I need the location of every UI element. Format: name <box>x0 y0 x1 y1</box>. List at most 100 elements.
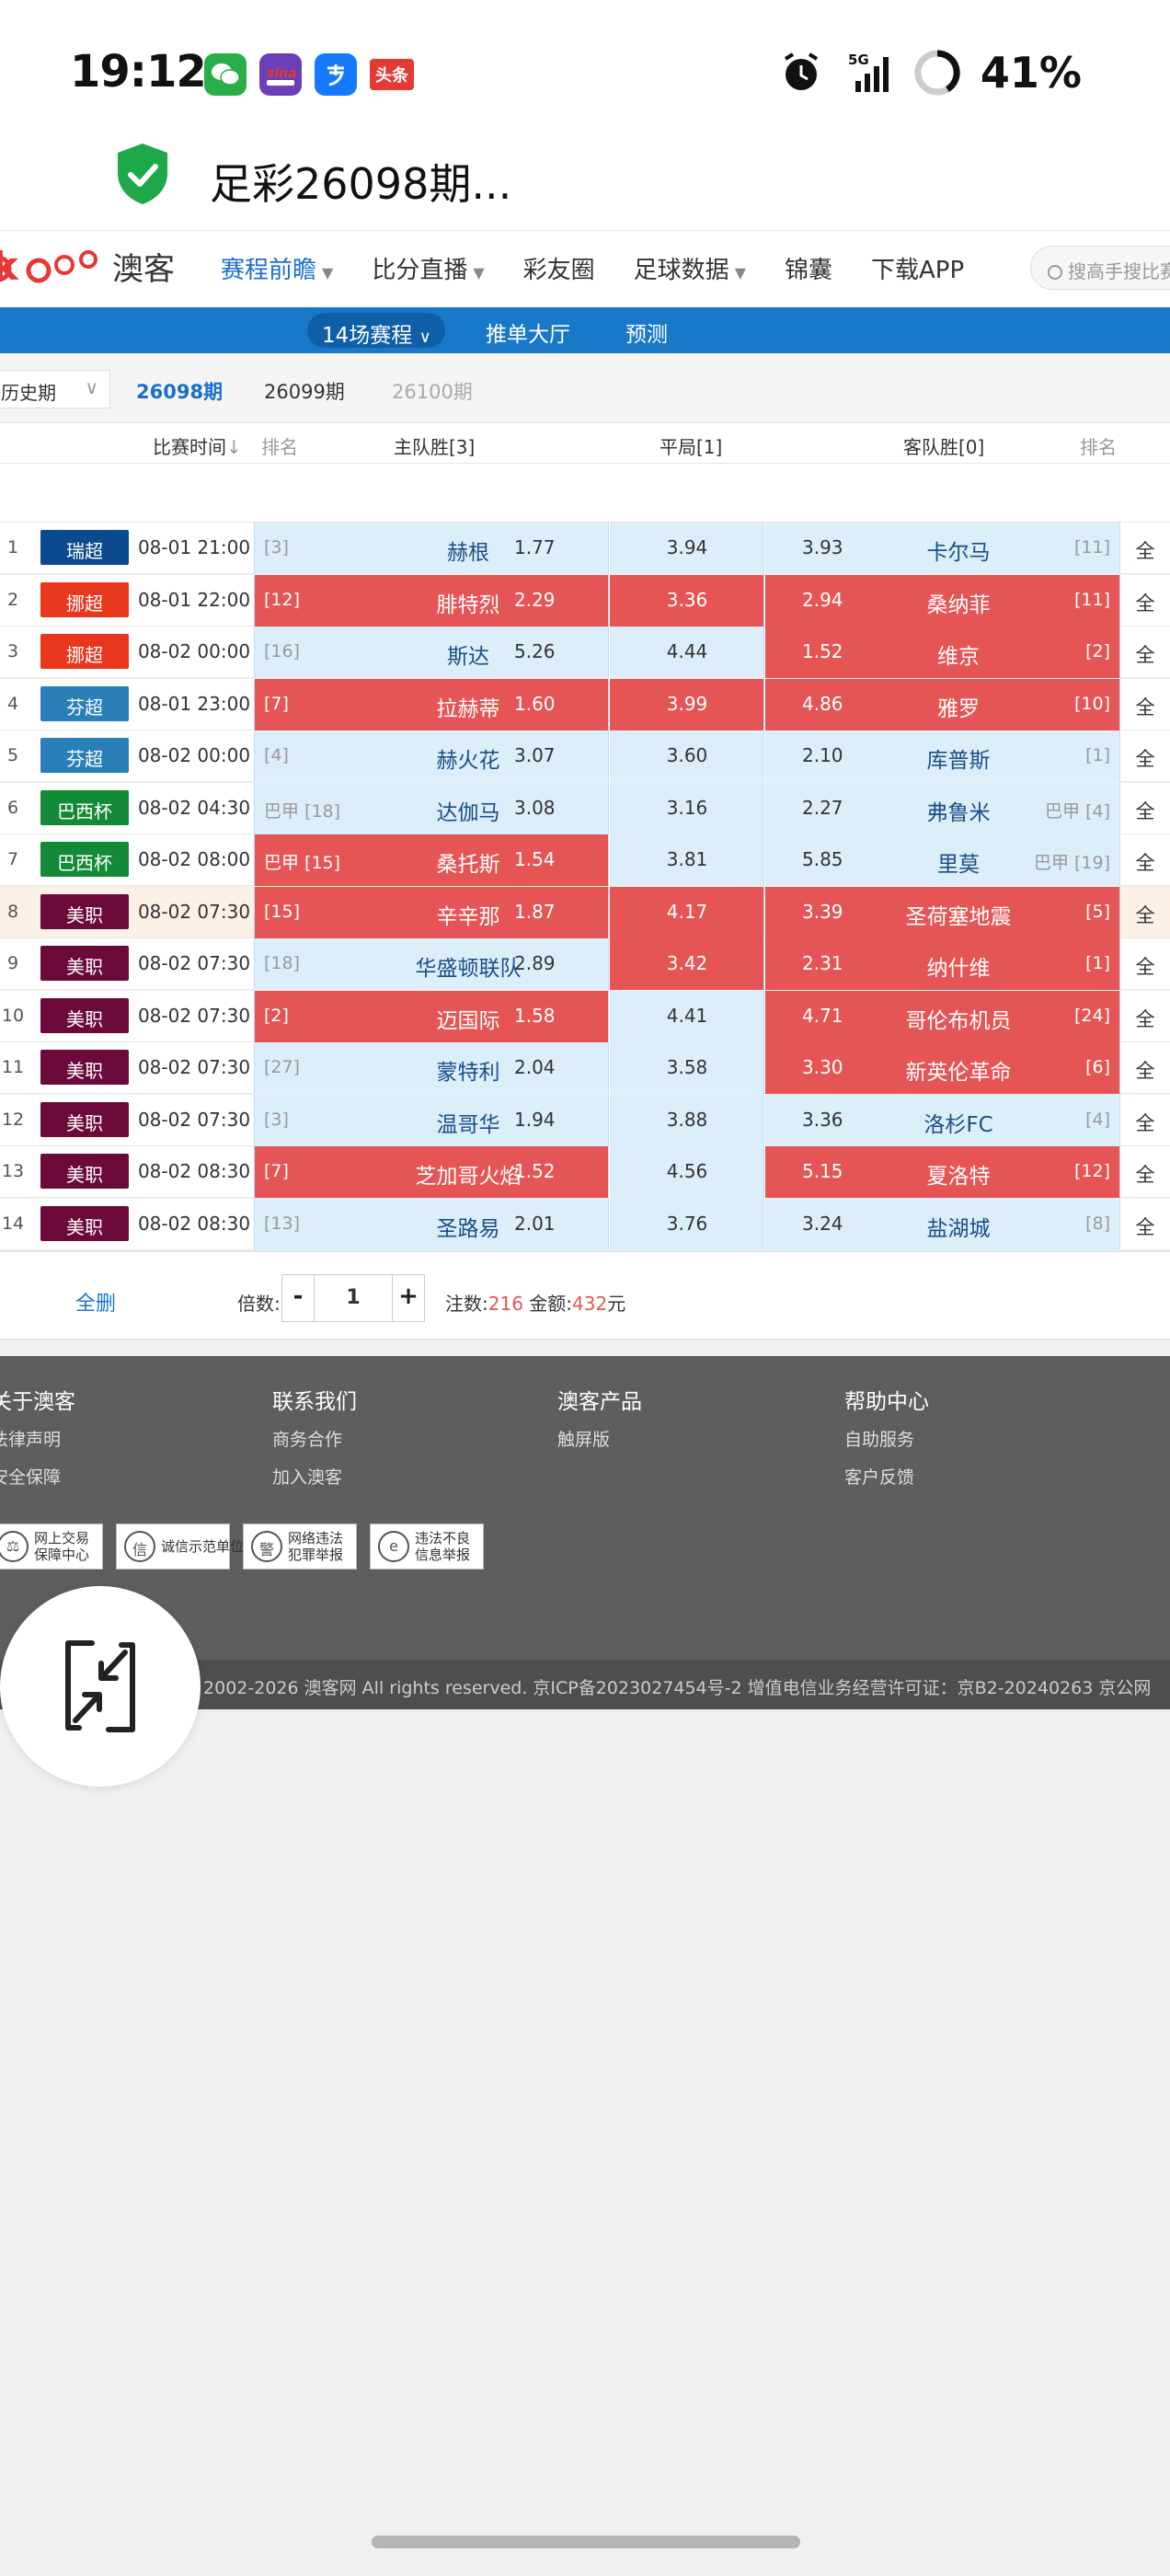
home-win-option[interactable]: [3] 赫根 1.77 <box>254 523 609 574</box>
nav-item-4[interactable]: 锦囊 <box>785 251 832 285</box>
away-win-option[interactable]: 4.71 哥伦布机员 [24] <box>765 990 1120 1042</box>
select-all-button[interactable]: 全 <box>1120 887 1170 938</box>
home-win-option[interactable]: [15] 辛辛那 1.87 <box>254 886 609 938</box>
footer-link[interactable]: 触屏版 <box>557 1426 642 1451</box>
select-all-button[interactable]: 全 <box>1120 834 1170 886</box>
home-win-option[interactable]: 巴甲 [15] 桑托斯 1.54 <box>254 834 609 886</box>
away-win-option[interactable]: 2.10 库普斯 [1] <box>765 730 1120 782</box>
home-win-option[interactable]: [7] 拉赫蒂 1.60 <box>254 678 609 730</box>
okooo-logo[interactable]: k 澳客 <box>0 244 175 289</box>
nav-item-5[interactable]: 下载APP <box>871 251 964 285</box>
home-win-option[interactable]: [2] 迈国际 1.58 <box>254 990 609 1042</box>
draw-option[interactable]: 3.81 <box>610 834 764 886</box>
select-all-button[interactable]: 全 <box>1120 1042 1170 1094</box>
badge-text: 网上交易 <box>34 1530 90 1547</box>
footer-link[interactable]: 自助服务 <box>844 1426 929 1451</box>
draw-option[interactable]: 4.41 <box>610 990 764 1042</box>
draw-option[interactable]: 3.94 <box>610 523 764 574</box>
home-win-option[interactable]: [7] 芝加哥火焰 1.52 <box>254 1146 609 1198</box>
select-all-button[interactable]: 全 <box>1120 1095 1170 1146</box>
draw-option[interactable]: 4.44 <box>610 627 764 678</box>
draw-odds: 3.81 <box>666 848 708 870</box>
away-rank: [5] <box>1085 901 1110 922</box>
footer-link[interactable]: 客户反馈 <box>844 1464 929 1489</box>
away-win-option[interactable]: 3.36 洛杉FC [4] <box>765 1094 1120 1146</box>
draw-option[interactable]: 4.17 <box>610 886 764 938</box>
away-win-option[interactable]: 2.94 桑纳菲 [11] <box>765 574 1120 627</box>
tab-tuidan[interactable]: 推单大厅 <box>486 316 570 348</box>
nav-item-2[interactable]: 彩友圈 <box>523 251 595 285</box>
footer-link[interactable]: 加入澳客 <box>272 1464 357 1489</box>
multiplier-input[interactable]: 1 <box>314 1275 393 1321</box>
search-input[interactable]: 搜高手搜比赛 <box>1030 246 1170 290</box>
amount-unit: 元 <box>607 1293 626 1315</box>
draw-option[interactable]: 3.58 <box>610 1042 764 1094</box>
period-next[interactable]: 26099期 <box>264 377 345 405</box>
trust-badge[interactable]: 警网络违法 犯罪举报 <box>243 1524 357 1570</box>
away-win-option[interactable]: 2.27 弗鲁米 巴甲 [4] <box>765 782 1120 834</box>
away-win-option[interactable]: 4.86 雅罗 [10] <box>765 678 1120 730</box>
select-all-button[interactable]: 全 <box>1120 1146 1170 1198</box>
select-all-button[interactable]: 全 <box>1120 679 1170 730</box>
home-win-option[interactable]: [16] 斯达 5.26 <box>254 627 609 678</box>
home-odds: 2.04 <box>514 1056 556 1078</box>
row-number: 9 <box>6 953 19 973</box>
home-win-option[interactable]: [12] 腓特烈 2.29 <box>254 574 609 627</box>
draw-option[interactable]: 4.56 <box>610 1146 764 1198</box>
draw-option[interactable]: 3.76 <box>610 1198 764 1250</box>
draw-option[interactable]: 3.99 <box>610 678 764 730</box>
select-all-button[interactable]: 全 <box>1120 783 1170 834</box>
footer-link[interactable]: 商务合作 <box>272 1426 357 1451</box>
home-win-option[interactable]: 巴甲 [18] 达伽马 3.08 <box>254 782 609 834</box>
draw-option[interactable]: 3.60 <box>610 730 764 782</box>
select-all-button[interactable]: 全 <box>1120 627 1170 678</box>
table-row: 8 美职 08-02 07:30 [15] 辛辛那 1.87 4.17 3.39 圣荷塞地震 [5… <box>0 886 1170 938</box>
period-future[interactable]: 26100期 <box>392 377 473 405</box>
draw-option[interactable]: 3.42 <box>610 938 764 990</box>
nav-item-1[interactable]: 比分直播 ▼ <box>372 251 484 285</box>
home-win-option[interactable]: [13] 圣路易 2.01 <box>254 1198 609 1250</box>
home-win-option[interactable]: [27] 蒙特利 2.04 <box>254 1042 609 1094</box>
footer-column: 关于澳客法律声明安全保障 <box>0 1384 75 1501</box>
league-badge: 美职 <box>40 1050 129 1085</box>
table-row: 10 美职 08-02 07:30 [2] 迈国际 1.58 4.41 4.71 哥伦布机员 [2… <box>0 990 1170 1042</box>
select-all-button[interactable]: 全 <box>1120 575 1170 627</box>
draw-option[interactable]: 3.88 <box>610 1094 764 1146</box>
select-all-button[interactable]: 全 <box>1120 730 1170 782</box>
select-all-button[interactable]: 全 <box>1120 523 1170 574</box>
trust-badge[interactable]: 信诚信示范单位 <box>116 1524 244 1570</box>
trust-badge[interactable]: e 违法不良 信息举报 <box>370 1524 484 1570</box>
home-win-option[interactable]: [3] 温哥华 1.94 <box>254 1094 609 1146</box>
decrement-button[interactable]: - <box>282 1275 314 1321</box>
match-type-dropdown[interactable]: 14场赛程 ∨ <box>307 313 445 348</box>
tab-predict[interactable]: 预测 <box>625 316 668 348</box>
home-win-option[interactable]: [18] 华盛顿联队 2.89 <box>254 938 609 990</box>
draw-option[interactable]: 3.16 <box>610 782 764 834</box>
select-all-button[interactable]: 全 <box>1120 1199 1170 1250</box>
clear-all-button[interactable]: 全删 <box>75 1287 116 1317</box>
away-win-option[interactable]: 3.24 盐湖城 [8] <box>765 1198 1120 1250</box>
nav-item-3[interactable]: 足球数据 ▼ <box>634 251 746 285</box>
away-win-option[interactable]: 3.39 圣荷塞地震 [5] <box>765 886 1120 938</box>
period-current[interactable]: 26098期 <box>136 377 223 405</box>
history-period-select[interactable]: 历史期 ∨ <box>0 370 110 408</box>
trust-badge[interactable]: ⚖ 网上交易 保障中心 <box>0 1524 103 1570</box>
header-time[interactable]: 比赛时间↓ <box>153 432 242 459</box>
nav-item-0[interactable]: 赛程前瞻 ▼ <box>221 251 333 285</box>
away-win-option[interactable]: 5.85 里莫 巴甲 [19] <box>765 834 1120 886</box>
home-indicator[interactable] <box>372 2536 800 2548</box>
away-win-option[interactable]: 3.93 卡尔马 [11] <box>765 523 1120 574</box>
away-win-option[interactable]: 3.30 新英伦革命 [6] <box>765 1042 1120 1094</box>
collapse-view-button[interactable] <box>0 1586 201 1787</box>
away-win-option[interactable]: 1.52 维京 [2] <box>765 627 1120 678</box>
footer-link[interactable]: 安全保障 <box>0 1464 75 1489</box>
home-win-option[interactable]: [4] 赫火花 3.07 <box>254 730 609 782</box>
increment-button[interactable]: + <box>393 1275 424 1321</box>
select-all-button[interactable]: 全 <box>1120 991 1170 1042</box>
select-all-button[interactable]: 全 <box>1120 938 1170 990</box>
away-rank: [2] <box>1085 641 1110 661</box>
away-win-option[interactable]: 5.15 夏洛特 [12] <box>765 1146 1120 1198</box>
draw-option[interactable]: 3.36 <box>610 574 764 627</box>
footer-link[interactable]: 法律声明 <box>0 1426 75 1451</box>
away-win-option[interactable]: 2.31 纳什维 [1] <box>765 938 1120 990</box>
